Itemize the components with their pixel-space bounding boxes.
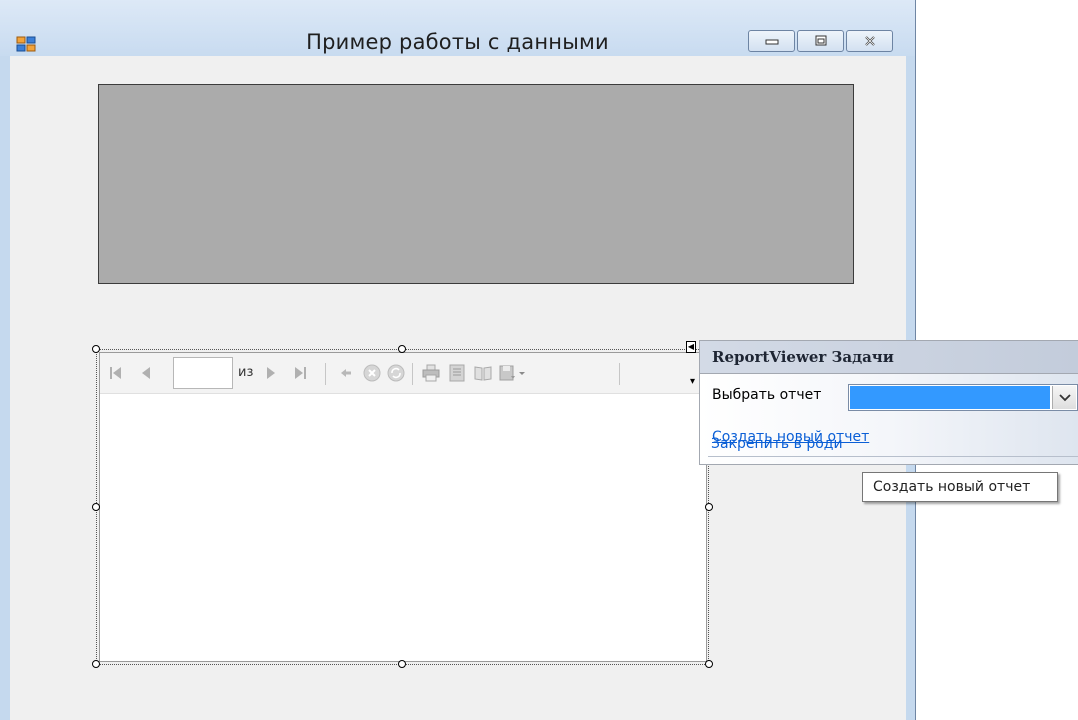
tooltip: Создать новый отчет bbox=[862, 472, 1058, 502]
export-icon bbox=[499, 365, 525, 381]
stop-button[interactable] bbox=[362, 361, 382, 385]
selected-report-value bbox=[850, 386, 1050, 409]
page-setup-button[interactable] bbox=[472, 361, 494, 385]
back-icon bbox=[341, 369, 351, 377]
tasks-divider bbox=[708, 456, 1078, 457]
resize-handle[interactable] bbox=[705, 660, 713, 668]
refresh-icon bbox=[387, 364, 405, 382]
maximize-button[interactable] bbox=[797, 30, 844, 52]
resize-handle[interactable] bbox=[92, 660, 100, 668]
smart-tag-glyph-icon[interactable]: ◀ bbox=[686, 341, 696, 353]
print-layout-icon bbox=[449, 364, 465, 382]
page-setup-icon bbox=[474, 366, 492, 381]
dock-in-parent-link[interactable]: Закрепить в роди bbox=[711, 436, 843, 452]
chevron-down-icon bbox=[1058, 393, 1071, 401]
print-layout-button[interactable] bbox=[446, 361, 468, 385]
maximize-icon bbox=[815, 35, 826, 46]
resize-handle[interactable] bbox=[398, 660, 406, 668]
window-controls bbox=[748, 30, 893, 54]
previous-page-icon bbox=[142, 367, 150, 379]
tasks-header: ReportViewer Задачи bbox=[700, 341, 1078, 374]
resize-handle[interactable] bbox=[92, 345, 100, 353]
toolbar-separator bbox=[619, 363, 620, 385]
resize-handle[interactable] bbox=[705, 503, 713, 511]
toolbar-separator bbox=[325, 363, 326, 385]
toolbar-overflow-icon[interactable]: ▾ bbox=[690, 376, 695, 387]
next-page-icon bbox=[267, 367, 275, 379]
close-button[interactable] bbox=[846, 30, 893, 52]
stop-icon bbox=[363, 364, 381, 382]
resize-handle[interactable] bbox=[398, 345, 406, 353]
back-button[interactable] bbox=[338, 361, 354, 385]
previous-page-button[interactable] bbox=[138, 361, 154, 385]
choose-report-label: Выбрать отчет bbox=[712, 387, 822, 403]
first-page-icon bbox=[110, 367, 121, 379]
close-icon bbox=[864, 36, 875, 46]
last-page-icon bbox=[295, 367, 306, 379]
report-toolbar: из bbox=[100, 353, 706, 394]
gray-panel[interactable] bbox=[98, 84, 854, 284]
minimize-icon bbox=[765, 39, 778, 45]
print-icon bbox=[422, 364, 440, 382]
page-of-label: из bbox=[238, 365, 254, 380]
resize-handle[interactable] bbox=[92, 503, 100, 511]
page-number-input[interactable] bbox=[173, 357, 233, 389]
report-viewer[interactable]: из bbox=[99, 352, 707, 662]
first-page-button[interactable] bbox=[108, 361, 124, 385]
choose-report-select[interactable] bbox=[848, 384, 1078, 411]
print-button[interactable] bbox=[420, 361, 442, 385]
title-bar[interactable]: Пример работы с данными bbox=[0, 0, 915, 56]
minimize-button[interactable] bbox=[748, 30, 795, 52]
refresh-button[interactable] bbox=[386, 361, 406, 385]
next-page-button[interactable] bbox=[264, 361, 278, 385]
export-button[interactable] bbox=[498, 361, 528, 385]
toolbar-separator bbox=[412, 363, 413, 385]
last-page-button[interactable] bbox=[292, 361, 308, 385]
dropdown-button[interactable] bbox=[1052, 386, 1076, 409]
